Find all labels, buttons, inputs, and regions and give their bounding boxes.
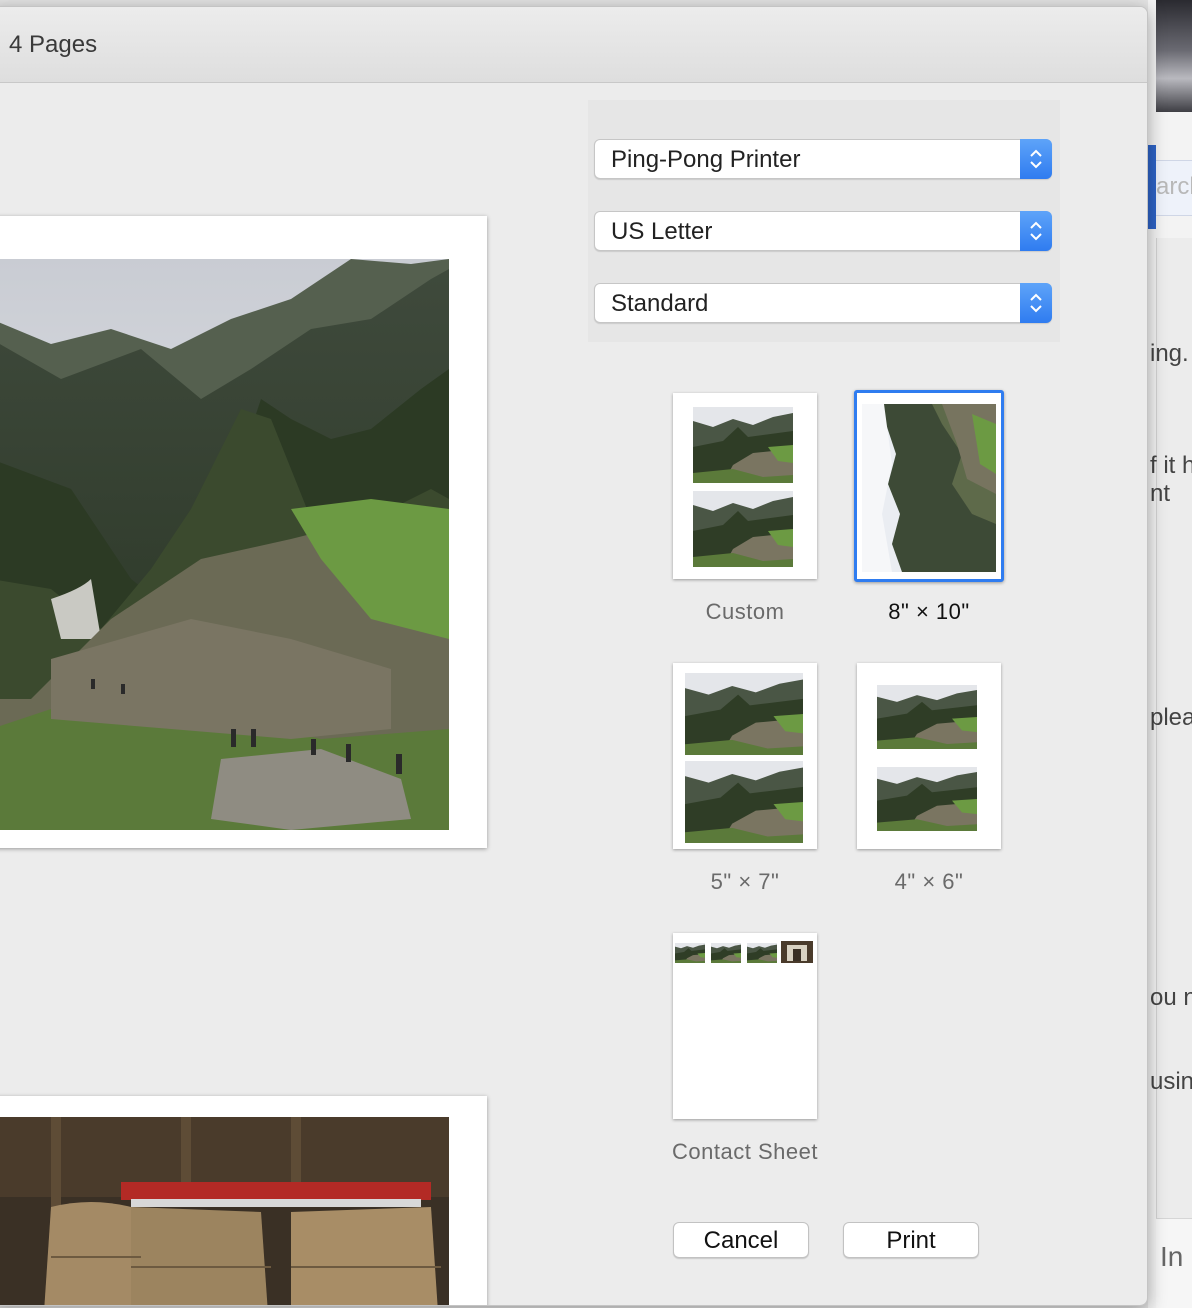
paper-size-select-value: US Letter [611,218,713,245]
printer-select-value: Ping-Pong Printer [611,146,801,173]
background-photo [1156,0,1192,112]
thumbnail-photo [711,943,741,963]
size-option-label: Contact Sheet [672,1139,818,1164]
thumbnail-photo [693,491,793,567]
dialog-titlebar: 4 Pages [0,7,1147,83]
thumbnail-photo [675,943,705,963]
up-down-chevron-icon [1020,283,1052,323]
size-option-label: Custom [705,599,785,624]
print-settings-panel: Ping-Pong Printer US Letter Standard [588,100,1060,342]
preview-page [0,1096,487,1306]
background-bottom-bar: In [1156,1218,1192,1308]
thumbnail-photo [781,941,813,963]
quality-select[interactable]: Standard [594,283,1052,323]
thumbnail-photo [685,673,803,755]
background-text-fragment: plea [1150,704,1192,731]
up-down-chevron-icon [1020,139,1052,179]
paper-size-select[interactable]: US Letter [594,211,1052,251]
thumbnail-photo [693,407,793,483]
print-dialog: 4 Pages Ping-Pong Printer US Letter Stan… [0,6,1148,1306]
size-thumbnail [673,663,817,849]
background-text-fragment: f it h [1150,452,1192,479]
preview-page [0,216,487,848]
thumbnail-photo [877,685,977,749]
size-thumbnail [673,933,817,1119]
size-thumbnail [857,663,1001,849]
size-option-label: 4" × 6" [894,869,964,894]
background-bottom-text: In [1160,1241,1184,1272]
size-option-label: 8" × 10" [888,599,970,624]
background-text-fragment: usin [1150,1068,1192,1095]
printer-select[interactable]: Ping-Pong Printer [594,139,1052,179]
cancel-button[interactable]: Cancel [673,1222,809,1258]
thumbnail-photo [862,404,996,572]
background-text-fragment: nt [1150,480,1171,507]
background-search-placeholder: arch [1156,173,1192,200]
background-search-field[interactable]: arch [1156,160,1192,216]
thumbnail-photo [685,761,803,843]
background-text-fragment: ing. [1150,340,1189,367]
background-window: arch ing. f it h nt plea ou n usin In [1148,0,1192,1308]
thumbnail-photo [877,767,977,831]
background-text-fragment: ou n [1150,984,1192,1011]
quality-select-value: Standard [611,290,709,317]
thumbnail-photo [747,943,777,963]
size-thumbnail [854,390,1004,582]
size-option-label: 5" × 7" [710,869,780,894]
print-button[interactable]: Print [843,1222,979,1258]
page-count-title: 4 Pages [9,31,98,58]
size-thumbnail [673,393,817,579]
background-blue-bar [1148,145,1156,229]
up-down-chevron-icon [1020,211,1052,251]
preview-photo-machu-picchu [0,259,449,830]
preview-photo-hut [0,1117,449,1306]
